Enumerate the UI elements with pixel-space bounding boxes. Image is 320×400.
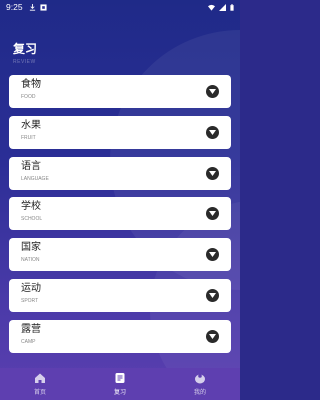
- category-label: 语言: [21, 160, 41, 172]
- tab-label: 首页: [33, 389, 46, 396]
- category-en-label: SCHOOL: [21, 216, 43, 223]
- category-card-camp[interactable]: 露营 CAMP: [9, 319, 231, 353]
- category-en-label: SPORT: [21, 297, 39, 304]
- page-subtitle: REVIEW: [13, 59, 36, 65]
- category-label: 食物: [21, 79, 41, 90]
- category-en-label: LANGUAGE: [21, 175, 49, 182]
- category-card-language[interactable]: 语言 LANGUAGE: [9, 156, 231, 190]
- status-time: 9:25: [6, 2, 23, 12]
- notification-icon: [39, 3, 47, 11]
- chevron-down-icon[interactable]: [206, 85, 219, 98]
- category-label: 国家: [21, 242, 41, 254]
- status-bar: 9:25: [0, 0, 240, 14]
- category-en-label: NATION: [21, 257, 40, 264]
- home-icon: [35, 373, 45, 383]
- tab-profile[interactable]: 我的: [160, 368, 240, 400]
- category-en-label: FOOD: [21, 94, 36, 100]
- signal-icon: [219, 3, 226, 11]
- page-header: 复习 REVIEW: [13, 40, 37, 65]
- category-en-label: FRUIT: [21, 134, 36, 141]
- tab-review[interactable]: 复习: [80, 368, 160, 400]
- category-card-nation[interactable]: 国家 NATION: [9, 238, 231, 272]
- category-card-sport[interactable]: 运动 SPORT: [9, 278, 231, 312]
- bottom-tab-bar: 首页 复习 我的: [0, 368, 240, 400]
- wifi-icon: [208, 4, 215, 11]
- category-label: 学校: [21, 201, 41, 213]
- category-en-label: CAMP: [21, 338, 36, 345]
- category-card-school[interactable]: 学校 SCHOOL: [9, 197, 231, 231]
- page-title: 复习: [13, 42, 38, 56]
- review-icon: [115, 373, 125, 383]
- chevron-down-icon[interactable]: [206, 288, 219, 302]
- chevron-down-icon[interactable]: [206, 166, 219, 180]
- chevron-down-icon[interactable]: [206, 125, 219, 139]
- tab-label: 我的: [193, 389, 206, 396]
- tab-home[interactable]: 首页: [0, 368, 80, 400]
- profile-icon: [195, 374, 205, 384]
- category-label: 露营: [21, 323, 41, 335]
- chevron-down-icon[interactable]: [206, 329, 219, 343]
- category-card-fruit[interactable]: 水果 FRUIT: [9, 115, 231, 149]
- download-icon: [29, 3, 35, 11]
- category-card-food[interactable]: 食物 FOOD: [9, 75, 231, 108]
- category-label: 运动: [21, 282, 41, 294]
- tab-label: 复习: [113, 389, 126, 396]
- category-list: 食物 FOOD 水果 FRUIT 语言 LANGUAGE 学校 SCHOOL 国…: [9, 75, 231, 361]
- battery-icon: [230, 3, 234, 11]
- category-label: 水果: [21, 119, 41, 131]
